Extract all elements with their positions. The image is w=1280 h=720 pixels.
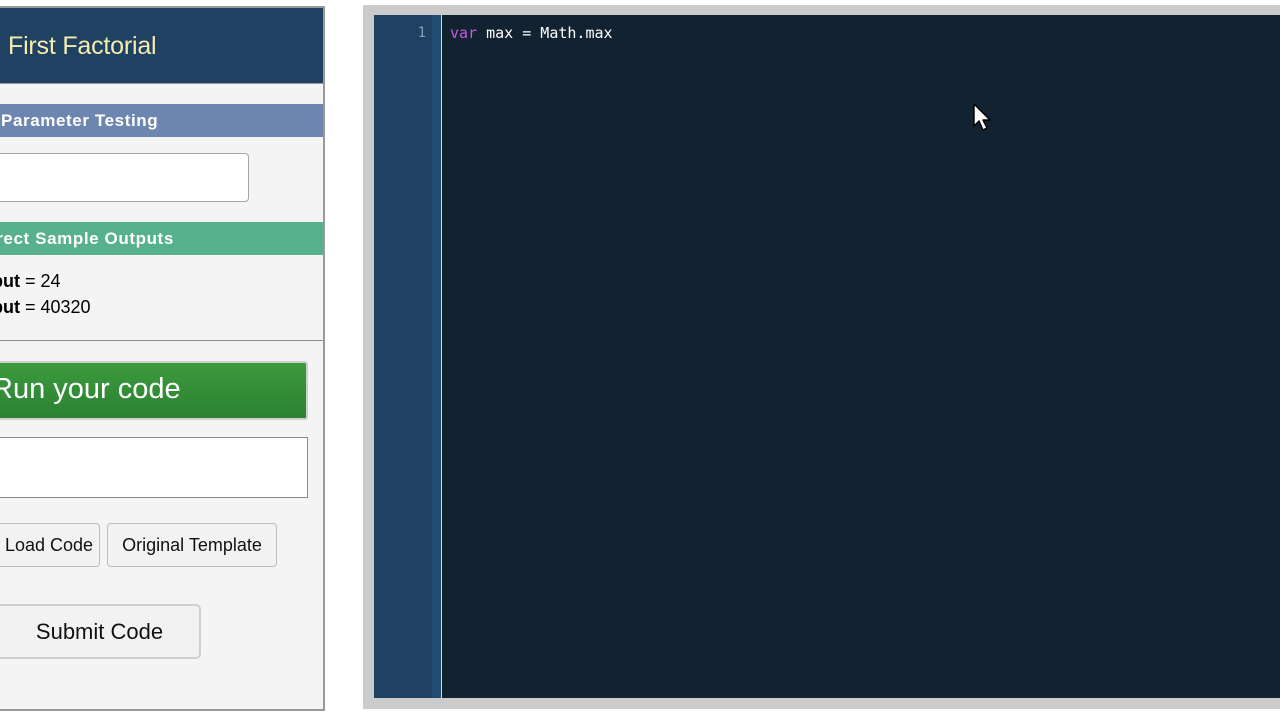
sample-outputs-header: rrect Sample Outputs xyxy=(0,222,323,255)
sample-output-value: 40320 xyxy=(40,297,91,317)
gutter-separator xyxy=(432,15,442,698)
sample-output-separator: = xyxy=(19,271,41,291)
sample-output-label: tput xyxy=(0,297,20,317)
parameter-testing-header: Parameter Testing xyxy=(0,104,323,137)
run-code-button[interactable]: Run your code xyxy=(0,361,308,420)
submit-code-button[interactable]: Submit Code xyxy=(0,604,201,659)
load-code-button[interactable]: Load Code xyxy=(0,523,100,567)
sample-output-value: 24 xyxy=(40,271,61,291)
line-number-gutter: 1 xyxy=(374,15,432,698)
sample-output-separator: = xyxy=(19,297,41,317)
code-keyword: var xyxy=(450,24,478,42)
sample-output-label: tput xyxy=(0,271,20,291)
original-template-button[interactable]: Original Template xyxy=(107,523,277,567)
code-editor[interactable]: 1 var max = Math.max xyxy=(374,15,1280,698)
sample-output-line: tput = 24 xyxy=(0,271,61,292)
code-line[interactable]: var max = Math.max xyxy=(450,24,613,42)
challenge-panel: First Factorial Parameter Testing rrect … xyxy=(0,6,325,711)
editor-frame: 1 var max = Math.max xyxy=(363,5,1280,709)
divider xyxy=(0,340,323,341)
code-text: max = Math.max xyxy=(477,24,613,42)
parameter-input[interactable] xyxy=(0,153,249,202)
output-box[interactable] xyxy=(0,437,308,498)
mouse-pointer-icon xyxy=(973,103,991,131)
line-number: 1 xyxy=(417,25,426,41)
challenge-title: First Factorial xyxy=(8,32,157,60)
challenge-header: First Factorial xyxy=(0,8,323,84)
sample-output-line: tput = 40320 xyxy=(0,297,91,318)
